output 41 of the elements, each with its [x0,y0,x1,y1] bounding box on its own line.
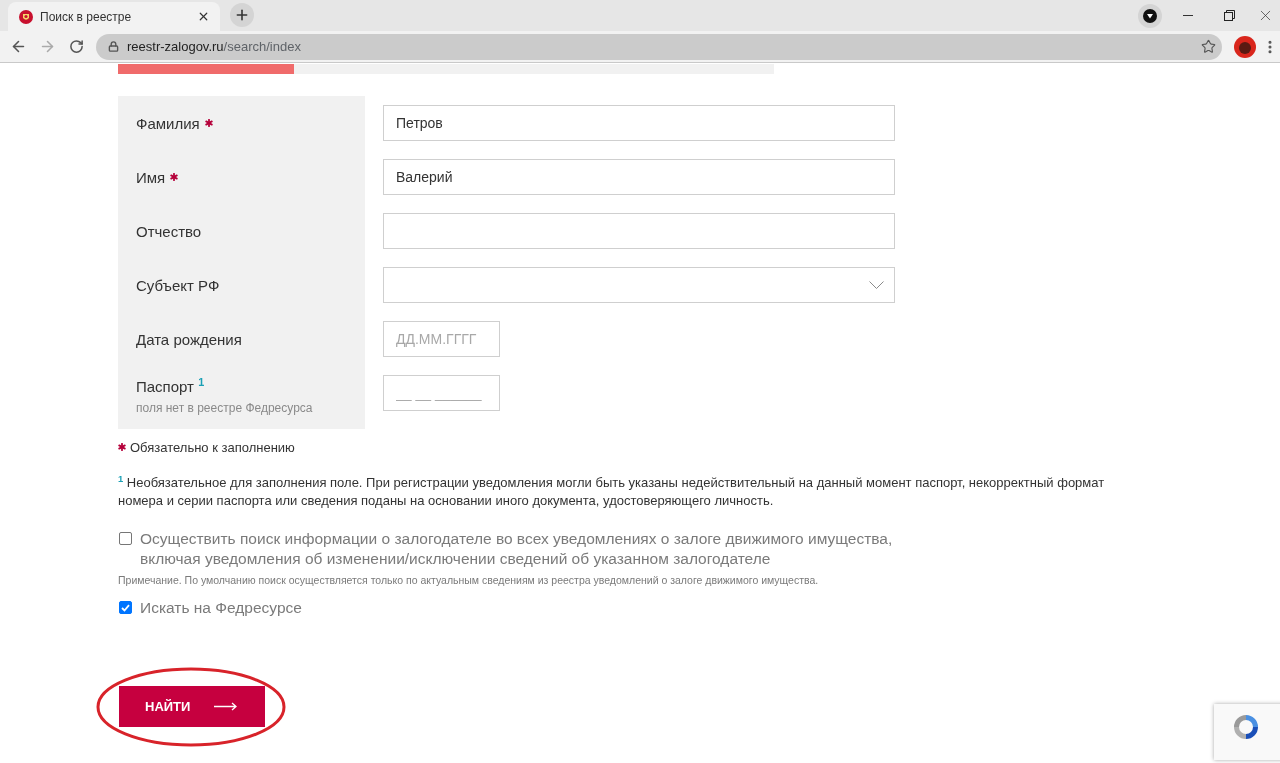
field-label: Фамилия [136,114,200,132]
field-label: Субъект РФ [136,276,220,294]
search-button[interactable]: НАЙТИ [119,686,265,727]
star-icon [1200,39,1216,54]
field-label: Дата рождения [136,330,242,348]
asterisk-icon [118,443,126,451]
chevron-down-icon [869,281,884,289]
field-label: Отчество [136,222,202,240]
lock-icon [108,41,119,52]
text-input[interactable] [383,213,895,249]
field-label: Имя [136,168,166,186]
text-input[interactable]: Валерий [383,159,895,195]
text-input[interactable]: Петров [383,105,895,141]
footnote-text: $^{1}$ Необязательное для заполнения поле. При регистрации уведомления могли быть указаны недействительный на данный момент паспорт, некорректный формат номера и серии паспорта или сведения поданы на основании иного документа, удостоверяющего личность. [118,474,1106,510]
tab-title: Поиск в реестре [40,9,133,24]
checkbox-label: Осуществить поиск информации о залогодателе во всех уведомлениях о залоге движимого имущества, включая уведомления об изменении/исключении сведений об указанном залогодателе [140,529,894,569]
address-bar[interactable]: reestr-zalogov.ru/search/index [96,33,1222,60]
new-tab-button[interactable] [230,3,254,27]
long-arrow-icon [214,702,238,711]
short-input[interactable]: ДД.ММ.ГГГГ [383,321,500,357]
checkbox[interactable] [119,532,132,545]
plus-icon [234,7,250,23]
short-input[interactable]: __ __ ______ [383,375,500,411]
restore-icon [1223,10,1235,21]
minimize-icon [1183,15,1193,16]
profile-button[interactable] [1233,34,1257,59]
checkmark-icon [121,603,130,612]
reload-icon [68,39,84,54]
checkbox-label: Искать на Федресурсе [140,598,303,618]
field-label: Паспорт $^{1}$ [136,377,205,395]
required-note: Обязательно к заполнению [130,439,295,455]
emblem-icon [19,9,33,24]
avatar-icon [1234,35,1256,58]
browser-tab[interactable]: Поиск в реестре [8,2,220,31]
checkbox[interactable] [119,601,132,614]
extension-button[interactable] [1138,3,1162,28]
option-note: Примечание. По умолчанию поиск осуществляется только по актуальным сведениям из реестра уведомлений о залоге движимого имущества. [118,573,820,587]
field-hint: поля нет в реестре Федресурса [136,400,313,416]
dropdown-field[interactable] [383,267,895,303]
circular-arrows-icon [1231,712,1261,742]
url-text: reestr-zalogov.ru/search/index [127,39,302,54]
